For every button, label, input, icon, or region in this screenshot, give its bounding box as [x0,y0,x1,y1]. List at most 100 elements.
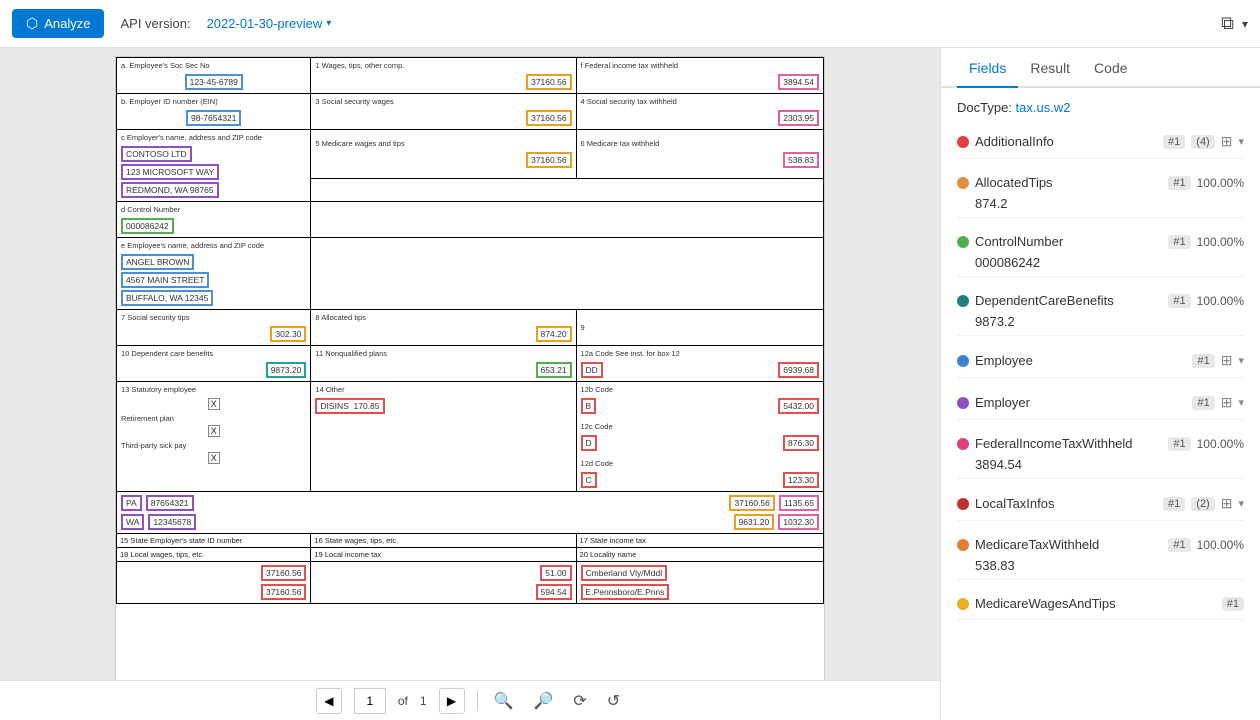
field-divider [957,419,1244,420]
topbar-expand-icon[interactable]: ▾ [1242,17,1248,31]
field-item-medicaretaxwithheld: MedicareTaxWithheld#1100.00%538.83 [957,533,1244,580]
field-color-dot [957,397,969,409]
field-expand-icon[interactable]: ▾ [1238,135,1244,148]
box12c-code: D [581,435,597,451]
nonqual-label: 11 Nonqualified plans [315,349,571,358]
panel-body: DocType: tax.us.w2 AdditionalInfo#1(4)⊞▾… [941,88,1260,720]
field-name-label: Employee [975,353,1186,368]
field-header-employee[interactable]: Employee#1⊞▾ [957,348,1244,373]
employer-name: CONTOSO LTD [121,146,192,162]
field-divider [957,158,1244,159]
field-header-medicaretaxwithheld[interactable]: MedicareTaxWithheld #1 100.00% [957,533,1244,556]
state-wages1: 37160.56 [729,495,774,511]
box12a-label: 12a Code See inst. for box 12 [581,349,819,358]
field-expand-icon[interactable]: ▾ [1238,497,1244,510]
field-header-controlnumber[interactable]: ControlNumber#1100.00% [957,230,1244,253]
field-confidence-value: 100.00% [1197,294,1244,308]
rotate-button[interactable]: ⟳ [569,689,590,713]
analyze-button[interactable]: ⬡ Analyze [12,9,104,38]
next-page-button[interactable]: ▶ [439,688,465,714]
api-label: API version: [120,16,190,31]
field-header-additionalinfo[interactable]: AdditionalInfo#1(4)⊞▾ [957,129,1244,154]
document-viewer: a. Employee's Soc Sec No 123-45-6789 1 W… [0,48,940,720]
local-wages-col-label: 18 Local wages, tips, etc. [117,548,311,562]
local-wages1: 37160.56 [261,565,306,581]
api-version-selector[interactable]: 2022-01-30-preview ▾ [207,16,332,31]
prev-page-button[interactable]: ◀ [316,688,342,714]
api-chevron-icon: ▾ [326,18,331,29]
doctype-row: DocType: tax.us.w2 [957,100,1244,115]
w2-table: a. Employee's Soc Sec No 123-45-6789 1 W… [116,57,824,604]
field-value-text: 874.2 [957,194,1244,213]
field-item-medicarewagesandtips: MedicareWagesAndTips#1 [957,592,1244,620]
state-ein-col-label: 15 State Employer's state ID number [117,534,311,548]
document-toolbar: ◀ 1 of 1 ▶ 🔍 🔎 ⟳ ↺ [0,680,940,720]
zoom-in-button[interactable]: 🔍 [490,689,518,713]
field-name-label: Employer [975,395,1186,410]
field-confidence-value: 100.00% [1197,538,1244,552]
medicare-tax-value: 538.83 [783,152,819,168]
right-panel: Fields Result Code DocType: tax.us.w2 Ad… [940,48,1260,720]
field-item-additionalinfo: AdditionalInfo#1(4)⊞▾ [957,129,1244,159]
zoom-out-button[interactable]: 🔎 [529,689,557,713]
local-tax2: 594.54 [536,584,572,600]
retirement-label: Retirement plan [121,414,306,423]
locality1: Cmberland Vly/Mddl [581,565,668,581]
field-name-label: DependentCareBenefits [975,293,1162,308]
box12a-val: 6939.68 [778,362,819,378]
field-table-icon[interactable]: ⊞ [1221,394,1233,411]
field-header-employer[interactable]: Employer #1 ⊞ ▾ [957,390,1244,415]
ss-tax-label: 4 Social security tax withheld [581,97,819,106]
field-expand-icon[interactable]: ▾ [1238,354,1244,367]
wages-value: 37160.56 [526,74,571,90]
field-name-label: MedicareTaxWithheld [975,537,1162,552]
field-header-dependentcarebenefits[interactable]: DependentCareBenefits#1100.00% [957,289,1244,312]
ss-tips-label: 7 Social security tips [121,313,306,322]
box12c-val: 876.30 [783,435,819,451]
field-table-icon[interactable]: ⊞ [1221,495,1233,512]
field-count-badge: (2) [1191,497,1214,511]
field-header-allocatedtips[interactable]: AllocatedTips#1100.00% [957,171,1244,194]
box12a-code: DD [581,362,603,378]
state-ein1: 87654321 [146,495,194,511]
state-wages2: 9631.20 [734,514,775,530]
tab-fields[interactable]: Fields [957,48,1018,88]
tab-code[interactable]: Code [1082,48,1139,88]
box12b-code: B [581,398,597,414]
box12b-val: 5432.00 [778,398,819,414]
field-table-icon[interactable]: ⊞ [1221,133,1233,150]
field-confidence-value: 100.00% [1197,176,1244,190]
field-instance-badge: #1 [1222,597,1244,611]
tab-result[interactable]: Result [1018,48,1082,88]
field-expand-icon[interactable]: ▾ [1238,396,1244,409]
panel-tabs: Fields Result Code [941,48,1260,88]
field-header-federalincometaxwithheld[interactable]: FederalIncomeTaxWithheld#1100.00% [957,432,1244,455]
federal-tax-label: f Federal income tax withheld [581,61,819,70]
sick-pay-label: Third-party sick pay [121,441,306,450]
field-divider [957,579,1244,580]
page-number-input[interactable]: 1 [354,688,386,714]
api-version-value: 2022-01-30-preview [207,16,323,31]
box9-label: 9 [581,323,819,332]
layers-icon[interactable]: ⧉ [1221,13,1234,34]
field-instance-badge: #1 [1168,437,1190,451]
employee-name: ANGEL BROWN [121,254,194,270]
employer-addr2: REDMOND, WA 98765 [121,182,219,198]
field-instance-badge: #1 [1168,538,1190,552]
field-table-icon[interactable]: ⊞ [1221,352,1233,369]
field-header-medicarewagesandtips[interactable]: MedicareWagesAndTips#1 [957,592,1244,615]
locality-col-label: 20 Locality name [576,548,823,562]
doctype-label: DocType: [957,100,1012,115]
dep-care-value: 9873.20 [266,362,307,378]
field-header-localtaxinfos[interactable]: LocalTaxInfos#1(2)⊞▾ [957,491,1244,516]
field-item-controlnumber: ControlNumber#1100.00%000086242 [957,230,1244,277]
doc-content-area[interactable]: a. Employee's Soc Sec No 123-45-6789 1 W… [0,48,940,680]
field-instance-badge: #1 [1192,396,1214,410]
reset-button[interactable]: ↺ [603,689,624,713]
field-color-dot [957,438,969,450]
ss-tax-value: 2303.95 [778,110,819,126]
field-value-text: 3894.54 [957,455,1244,474]
field-divider [957,217,1244,218]
field-divider [957,276,1244,277]
w2-document: a. Employee's Soc Sec No 123-45-6789 1 W… [115,56,825,680]
